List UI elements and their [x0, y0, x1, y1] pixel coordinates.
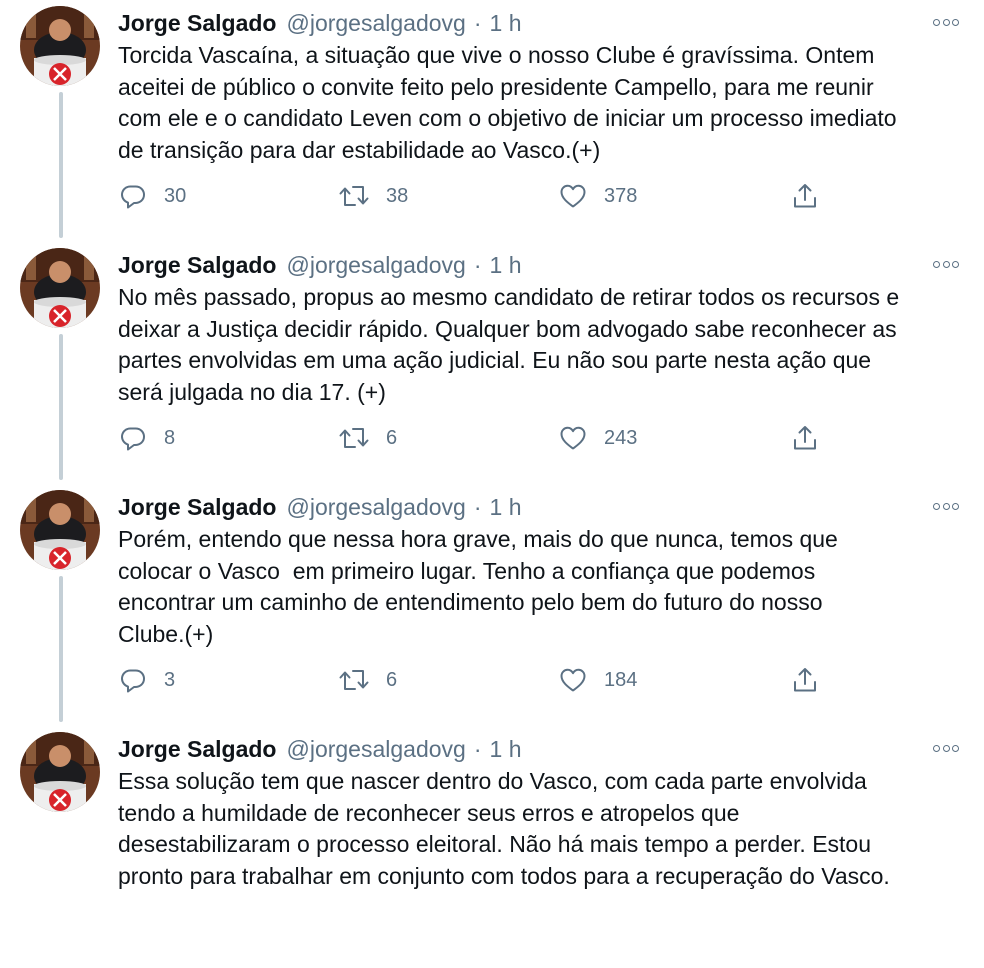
like-button[interactable]: 378: [558, 176, 637, 216]
reply-icon: [121, 427, 145, 451]
more-options-icon[interactable]: [928, 254, 964, 274]
share-icon: [794, 184, 816, 208]
more-options-icon[interactable]: [928, 738, 964, 758]
reply-count: 8: [164, 426, 176, 449]
avatar[interactable]: [20, 732, 100, 812]
tweet[interactable]: Jorge Salgado @jorgesalgadovg · 1 h Essa…: [0, 726, 984, 968]
tweet-timestamp[interactable]: 1 h: [490, 492, 522, 522]
tweet-text-line: tendo a humildade de reconhecer seus err…: [118, 799, 740, 826]
tweet-timestamp[interactable]: 1 h: [490, 8, 522, 38]
avatar[interactable]: [20, 248, 100, 328]
like-button[interactable]: 243: [558, 418, 637, 458]
tweet-text: Torcida Vascaína, a situação que vive o …: [118, 40, 968, 166]
tweet-text-line: encontrar um caminho de entendimento pel…: [118, 589, 823, 615]
retweet-button[interactable]: 6: [338, 418, 397, 458]
tweet[interactable]: Jorge Salgado @jorgesalgadovg · 1 h Torc…: [0, 0, 984, 242]
tweet[interactable]: Jorge Salgado @jorgesalgadovg · 1 h Poré…: [0, 484, 984, 726]
tweet-text-line: com ele e o candidato Leven com o objeti…: [118, 105, 897, 131]
share-button[interactable]: [790, 418, 820, 458]
retweet-icon: [339, 428, 369, 448]
header-separator: ·: [473, 494, 482, 520]
retweet-button[interactable]: 6: [338, 660, 397, 700]
heart-icon: [560, 668, 586, 692]
retweet-count: 38: [386, 184, 409, 207]
author-handle[interactable]: @jorgesalgadovg: [286, 734, 465, 764]
avatar[interactable]: [20, 490, 100, 570]
more-options-icon[interactable]: [928, 12, 964, 32]
tweet-actions: 30 38 378: [118, 176, 838, 216]
share-button[interactable]: [790, 176, 820, 216]
tweet-actions: 8 6 243: [118, 418, 838, 458]
author-name[interactable]: Jorge Salgado: [118, 492, 276, 522]
retweet-count: 6: [386, 668, 398, 691]
retweet-icon: [339, 186, 369, 206]
tweet-text-line: Torcida Vascaína, a situação que vive o …: [118, 42, 875, 68]
retweet-count: 6: [386, 426, 398, 449]
tweet-text-line: Clube.(+): [118, 620, 214, 647]
avatar-image: [20, 248, 100, 328]
avatar-image: [20, 732, 100, 812]
tweet-header: Jorge Salgado @jorgesalgadovg · 1 h: [118, 734, 522, 764]
header-separator: ·: [473, 736, 482, 762]
tweet-text-line: colocar o Vasco em primeiro lugar. Tenho…: [118, 557, 816, 584]
like-button[interactable]: 184: [558, 660, 637, 700]
share-button[interactable]: [790, 660, 820, 700]
tweet-actions: 3 6 184: [118, 660, 838, 700]
author-handle[interactable]: @jorgesalgadovg: [286, 250, 465, 280]
retweet-button[interactable]: 38: [338, 176, 408, 216]
thread-connector-line: [59, 92, 63, 238]
thread-connector-line: [59, 334, 63, 480]
like-count: 184: [604, 668, 638, 691]
author-name[interactable]: Jorge Salgado: [118, 734, 276, 764]
heart-icon: [560, 426, 586, 450]
tweet-text: No mês passado, propus ao mesmo candidat…: [118, 282, 968, 408]
tweet-text-line: aceitei de público o convite feito pelo …: [118, 73, 874, 100]
share-icon: [794, 668, 816, 692]
share-icon: [794, 426, 816, 450]
reply-icon: [121, 669, 145, 693]
reply-icon: [121, 185, 145, 209]
author-handle[interactable]: @jorgesalgadovg: [286, 492, 465, 522]
reply-count: 30: [164, 184, 187, 207]
tweet-timestamp[interactable]: 1 h: [490, 250, 522, 280]
like-count: 243: [604, 426, 638, 449]
avatar[interactable]: [20, 6, 100, 86]
tweet-header: Jorge Salgado @jorgesalgadovg · 1 h: [118, 250, 522, 280]
tweet-text-line: deixar a Justiça decidir rápido. Qualque…: [118, 315, 897, 342]
reply-button[interactable]: 3: [118, 660, 175, 700]
tweet-text-line: Essa solução tem que nascer dentro do Va…: [118, 768, 867, 794]
header-separator: ·: [473, 252, 482, 278]
author-handle[interactable]: @jorgesalgadovg: [286, 8, 465, 38]
tweet-header: Jorge Salgado @jorgesalgadovg · 1 h: [118, 8, 522, 38]
reply-button[interactable]: 30: [118, 176, 186, 216]
tweet-timestamp[interactable]: 1 h: [490, 734, 522, 764]
heart-icon: [560, 184, 586, 208]
tweet-text-line: pronto para trabalhar em conjunto com to…: [118, 862, 890, 889]
tweet-text-line: partes envolvidas em uma ação judicial. …: [118, 347, 872, 373]
thread-connector-line: [59, 576, 63, 722]
author-name[interactable]: Jorge Salgado: [118, 250, 276, 280]
tweet-text-line: Porém, entendo que nessa hora grave, mai…: [118, 526, 838, 552]
tweet[interactable]: Jorge Salgado @jorgesalgadovg · 1 h No m…: [0, 242, 984, 484]
tweet-header: Jorge Salgado @jorgesalgadovg · 1 h: [118, 492, 522, 522]
tweet-text: Porém, entendo que nessa hora grave, mai…: [118, 524, 968, 650]
tweet-text-line: No mês passado, propus ao mesmo candidat…: [118, 284, 900, 310]
avatar-image: [20, 6, 100, 86]
avatar-image: [20, 490, 100, 570]
reply-button[interactable]: 8: [118, 418, 175, 458]
tweet-thread: Jorge Salgado @jorgesalgadovg · 1 h Torc…: [0, 0, 984, 898]
like-count: 378: [604, 184, 638, 207]
tweet-text-line: desestabilizaram o processo eleitoral. N…: [118, 831, 872, 857]
reply-count: 3: [164, 668, 176, 691]
tweet-text-line: de transição para dar estabilidade ao Va…: [118, 136, 601, 163]
tweet-text-line: será julgada no dia 17. (+): [118, 378, 386, 405]
tweet-text: Essa solução tem que nascer dentro do Va…: [118, 766, 968, 892]
retweet-icon: [339, 670, 369, 690]
author-name[interactable]: Jorge Salgado: [118, 8, 276, 38]
header-separator: ·: [473, 10, 482, 36]
more-options-icon[interactable]: [928, 496, 964, 516]
